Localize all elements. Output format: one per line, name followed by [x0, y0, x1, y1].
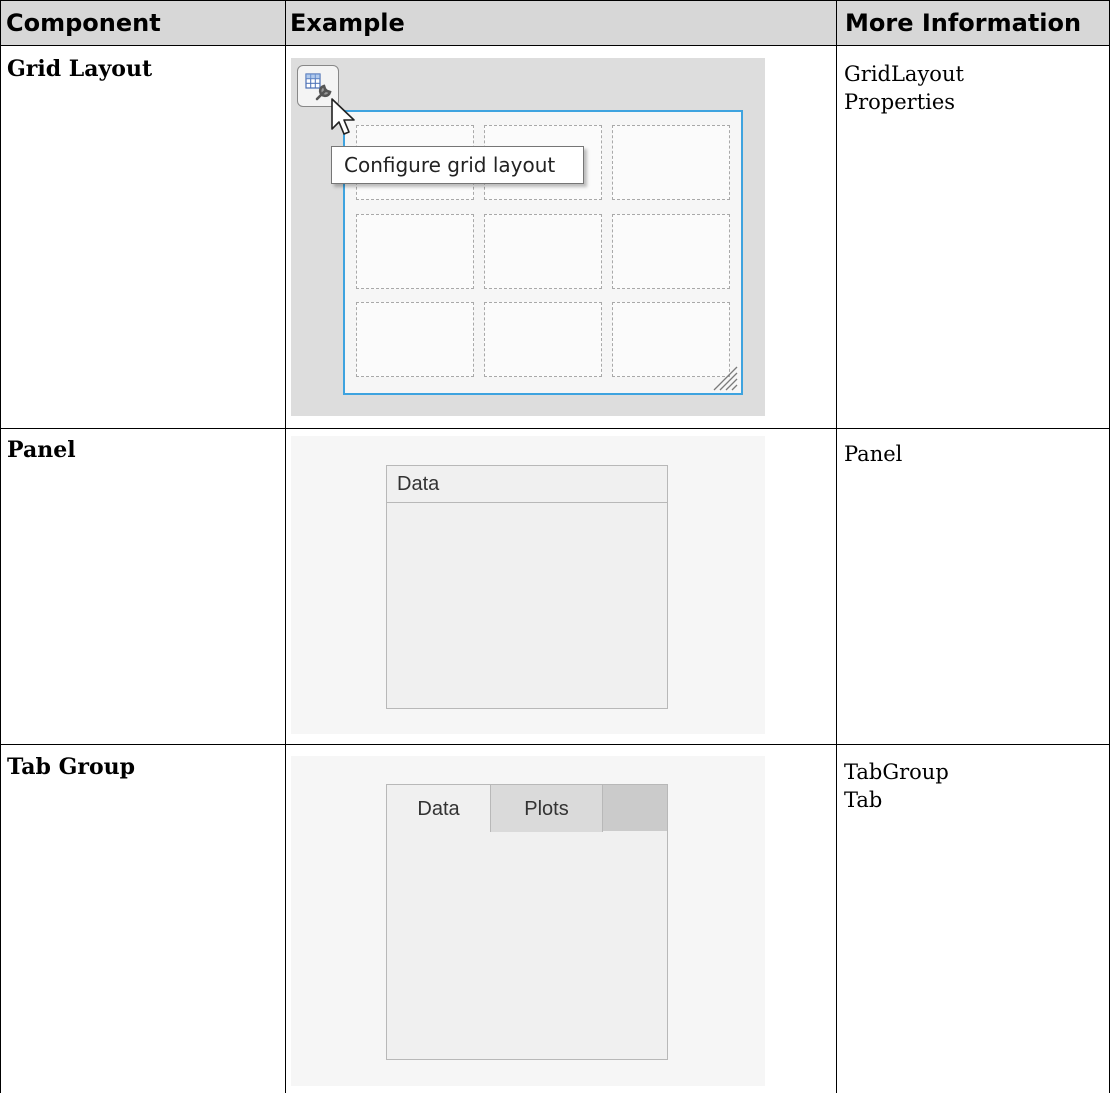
info-cell-tab-group: TabGroup Tab — [844, 758, 949, 814]
tab-data[interactable]: Data — [386, 784, 491, 832]
grid-cell[interactable] — [356, 302, 474, 377]
mouse-cursor-icon — [330, 97, 358, 143]
info-cell-grid-layout: GridLayout Properties — [844, 60, 964, 116]
table-border-top — [0, 0, 1110, 1]
panel-title: Data — [387, 466, 667, 503]
info-link-gridlayout[interactable]: GridLayout — [844, 60, 964, 88]
row-divider — [0, 744, 1110, 745]
info-link-properties[interactable]: Properties — [844, 88, 964, 116]
info-link-tab[interactable]: Tab — [844, 786, 949, 814]
component-label-tab-group: Tab Group — [7, 754, 135, 780]
header-example: Example — [290, 9, 405, 37]
panel-container: Data — [386, 465, 668, 709]
grid-cell[interactable] — [612, 125, 730, 200]
components-table: Component Example More Information Grid … — [0, 0, 1110, 1093]
tab-content-area — [386, 831, 668, 1060]
grid-cell[interactable] — [356, 214, 474, 289]
column-divider — [285, 0, 286, 1093]
component-label-grid-layout: Grid Layout — [7, 56, 153, 82]
info-cell-panel: Panel — [844, 440, 902, 468]
grid-cell[interactable] — [612, 214, 730, 289]
table-header: Component Example More Information — [0, 0, 1110, 45]
component-label-panel: Panel — [7, 437, 76, 463]
grid-cell[interactable] — [484, 302, 602, 377]
grid-cell[interactable] — [484, 214, 602, 289]
tooltip-configure-grid-layout: Configure grid layout — [331, 146, 584, 184]
header-more-information: More Information — [845, 9, 1082, 37]
column-divider — [836, 0, 837, 1093]
row-divider — [0, 45, 1110, 46]
tab-plots[interactable]: Plots — [491, 784, 603, 832]
info-link-panel[interactable]: Panel — [844, 440, 902, 468]
resize-handle-icon[interactable] — [708, 361, 738, 395]
table-border-left — [0, 0, 1, 1093]
info-link-tabgroup[interactable]: TabGroup — [844, 758, 949, 786]
header-component: Component — [6, 9, 161, 37]
row-divider — [0, 428, 1110, 429]
